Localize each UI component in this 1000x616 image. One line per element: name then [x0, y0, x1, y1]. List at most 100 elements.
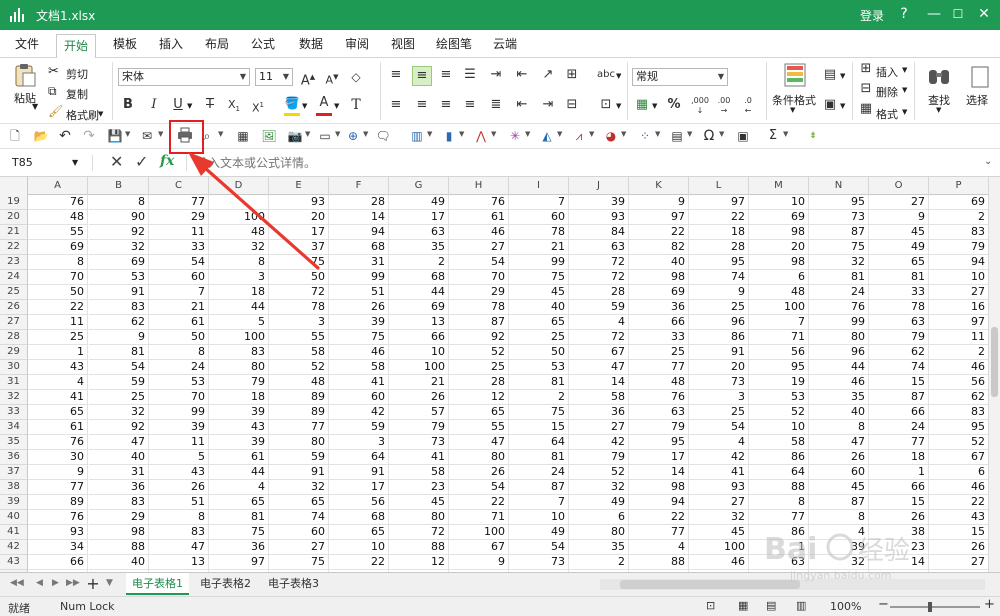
tab-7[interactable]: 审阅 [342, 30, 372, 58]
cell[interactable]: 89 [28, 495, 88, 510]
column-header[interactable]: O [869, 177, 929, 195]
cell[interactable]: 83 [929, 405, 988, 420]
cell-align-icon[interactable]: ⊡ [596, 96, 616, 116]
cell[interactable]: 26 [869, 510, 929, 525]
cell[interactable]: 48 [269, 375, 329, 390]
cell[interactable]: 37 [269, 240, 329, 255]
cell[interactable]: 74 [869, 360, 929, 375]
cell[interactable]: 4 [629, 540, 689, 555]
cell[interactable]: 44 [809, 360, 869, 375]
cell[interactable]: 10 [749, 420, 809, 435]
cell[interactable]: 91 [89, 285, 149, 300]
row-header[interactable]: 23 [0, 255, 28, 270]
cell[interactable]: 41 [28, 390, 88, 405]
cell[interactable]: 8 [149, 345, 209, 360]
cell[interactable]: 78 [449, 300, 509, 315]
prev-sheet-icon[interactable]: ◀ [36, 578, 43, 588]
cell[interactable]: 12 [449, 390, 509, 405]
cell[interactable]: 78 [269, 300, 329, 315]
cell[interactable]: 79 [929, 240, 988, 255]
cell[interactable]: 44 [389, 285, 449, 300]
cell[interactable]: 46 [689, 555, 749, 570]
cell[interactable]: 3 [209, 270, 269, 285]
cell[interactable]: 46 [929, 360, 988, 375]
cell[interactable]: 72 [389, 525, 449, 540]
table-icon[interactable]: ▦ [234, 127, 252, 145]
symbol-dropdown-icon[interactable]: ▼ [719, 130, 724, 138]
cell[interactable]: 61 [209, 450, 269, 465]
cell[interactable]: 53 [149, 375, 209, 390]
cell[interactable]: 98 [749, 225, 809, 240]
cell[interactable]: 2 [929, 210, 988, 225]
cell[interactable]: 32 [209, 240, 269, 255]
paste-dropdown-icon[interactable]: ▼ [32, 102, 38, 111]
zoom-level[interactable]: 100% [830, 600, 861, 613]
cell[interactable]: 8 [209, 255, 269, 270]
cell[interactable]: 56 [749, 345, 809, 360]
cell[interactable]: 46 [929, 480, 988, 495]
cell[interactable]: 45 [809, 480, 869, 495]
cell[interactable]: 80 [389, 510, 449, 525]
cell[interactable]: 60 [269, 525, 329, 540]
cell[interactable]: 8 [809, 510, 869, 525]
cell[interactable]: 4 [28, 375, 88, 390]
cell[interactable]: 9 [629, 195, 689, 210]
cell[interactable]: 25 [28, 330, 88, 345]
fill-color-icon[interactable]: 🪣 [282, 94, 302, 114]
cut-icon[interactable]: ✂ [48, 64, 59, 79]
confirm-icon[interactable]: ✓ [135, 152, 148, 171]
tab-5[interactable]: 公式 [248, 30, 278, 58]
cell[interactable]: 18 [869, 450, 929, 465]
minimize-button[interactable]: — [922, 2, 946, 26]
cell[interactable]: 72 [269, 285, 329, 300]
cell[interactable]: 27 [869, 195, 929, 210]
cell[interactable]: 98 [629, 480, 689, 495]
cell[interactable]: 59 [89, 375, 149, 390]
line-chart-icon[interactable]: ⋀ [472, 127, 490, 145]
cell[interactable]: 43 [28, 360, 88, 375]
cell[interactable]: 63 [569, 240, 629, 255]
cell[interactable]: 65 [869, 255, 929, 270]
cell[interactable]: 30 [28, 450, 88, 465]
cell[interactable]: 25 [629, 345, 689, 360]
expand-formula-icon[interactable]: ⌄ [984, 156, 992, 167]
find-dropdown-icon[interactable]: ▼ [936, 106, 941, 114]
column-header[interactable]: E [269, 177, 329, 195]
cell[interactable]: 75 [269, 555, 329, 570]
cell[interactable]: 100 [389, 360, 449, 375]
cell[interactable]: 2 [509, 390, 569, 405]
cell[interactable]: 46 [809, 375, 869, 390]
screenshot-dropdown-icon[interactable]: ▼ [305, 130, 310, 138]
tab-6[interactable]: 数据 [296, 30, 326, 58]
cell[interactable]: 10 [509, 510, 569, 525]
page-layout-icon[interactable]: ▤ [766, 599, 776, 612]
row-header[interactable]: 29 [0, 345, 28, 360]
cell[interactable]: 8 [749, 495, 809, 510]
cell-style-dropdown-icon[interactable]: ▼ [840, 102, 845, 110]
cell[interactable]: 2 [569, 555, 629, 570]
cell[interactable]: 13 [149, 555, 209, 570]
page-break-icon[interactable]: ▥ [796, 599, 806, 612]
cell[interactable]: 91 [269, 465, 329, 480]
cell[interactable]: 65 [329, 525, 389, 540]
equation-icon[interactable]: ▣ [734, 127, 752, 145]
decrease-indent-icon[interactable]: ⇤ [512, 96, 532, 116]
row-header[interactable]: 40 [0, 510, 28, 525]
cell[interactable]: 39 [209, 435, 269, 450]
cell[interactable]: 90 [89, 210, 149, 225]
cell[interactable]: 83 [209, 345, 269, 360]
cell[interactable]: 80 [449, 450, 509, 465]
cell[interactable]: 52 [569, 465, 629, 480]
cell[interactable]: 99 [509, 255, 569, 270]
cell[interactable]: 94 [629, 495, 689, 510]
cell[interactable]: 61 [149, 315, 209, 330]
stock-chart-icon[interactable]: ⩘ [570, 127, 588, 145]
cell[interactable]: 24 [149, 360, 209, 375]
cell[interactable]: 95 [809, 195, 869, 210]
cell[interactable]: 52 [269, 360, 329, 375]
cell[interactable]: 95 [629, 435, 689, 450]
cell[interactable]: 100 [689, 540, 749, 555]
row-header[interactable]: 32 [0, 390, 28, 405]
tab-10[interactable]: 云端 [490, 30, 520, 58]
cell[interactable]: 100 [209, 330, 269, 345]
